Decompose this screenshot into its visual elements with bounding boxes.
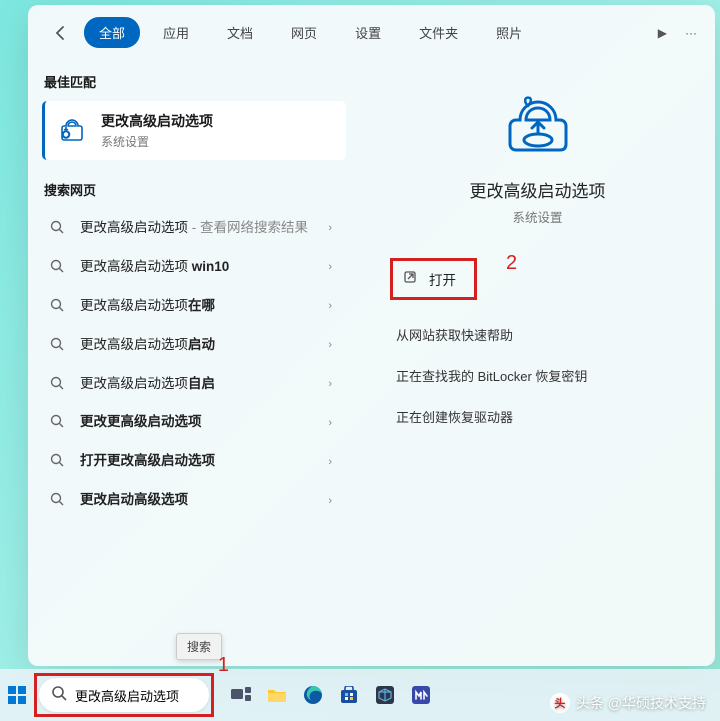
play-icon[interactable]: ▶ — [658, 26, 667, 40]
app-cube-icon[interactable] — [370, 680, 400, 710]
search-bar-annotation: 1 — [34, 673, 214, 717]
annotation-1: 1 — [218, 654, 229, 677]
tab-web[interactable]: 网页 — [276, 17, 332, 48]
preview-title: 更改高级启动选项 — [470, 177, 606, 202]
search-icon — [50, 337, 66, 354]
web-result-text: 更改高级启动选项自启 — [80, 375, 314, 394]
preview-icon — [506, 96, 570, 159]
open-icon — [403, 270, 419, 289]
more-icon[interactable]: ··· — [685, 26, 697, 40]
web-result-text: 更改高级启动选项在哪 — [80, 297, 314, 316]
watermark-logo-icon: 头 — [550, 693, 570, 713]
search-input[interactable] — [75, 688, 251, 703]
chevron-right-icon: › — [328, 261, 332, 273]
web-result-text: 更改高级启动选项启动 — [80, 336, 314, 355]
web-result-text: 更改更高级启动选项 — [80, 413, 314, 432]
web-result-item[interactable]: 更改高级启动选项 win10 › — [42, 248, 346, 287]
search-icon — [50, 298, 66, 315]
web-result-item[interactable]: 更改更高级启动选项 › — [42, 403, 346, 442]
web-result-text: 打开更改高级启动选项 — [80, 452, 314, 471]
tab-documents[interactable]: 文档 — [212, 17, 268, 48]
back-button[interactable] — [46, 18, 76, 48]
tab-photos[interactable]: 照片 — [481, 17, 537, 48]
annotation-2: 2 — [506, 252, 517, 275]
content-area: 最佳匹配 更改高级启动选项 系统设置 搜索网页 更改高级启动选项 - 查看网络搜… — [28, 58, 715, 666]
chevron-right-icon: › — [328, 339, 332, 351]
search-icon — [50, 376, 66, 393]
web-result-item[interactable]: 更改高级启动选项在哪 › — [42, 287, 346, 326]
explorer-icon[interactable] — [262, 680, 292, 710]
best-match-heading: 最佳匹配 — [44, 72, 346, 91]
web-result-text: 更改高级启动选项 - 查看网络搜索结果 — [80, 219, 314, 238]
web-results-heading: 搜索网页 — [44, 180, 346, 199]
web-result-text: 更改启动高级选项 — [80, 491, 314, 510]
chevron-right-icon: › — [328, 378, 332, 390]
action-recovery-drive[interactable]: 正在创建恢复驱动器 — [388, 396, 687, 437]
chevron-right-icon: › — [328, 222, 332, 234]
web-result-item[interactable]: 更改启动高级选项 › — [42, 481, 346, 520]
open-label: 打开 — [429, 269, 456, 289]
action-web-help[interactable]: 从网站获取快速帮助 — [388, 314, 687, 355]
edge-icon[interactable] — [298, 680, 328, 710]
web-result-text: 更改高级启动选项 win10 — [80, 258, 314, 277]
tab-apps[interactable]: 应用 — [148, 17, 204, 48]
app-m-icon[interactable] — [406, 680, 436, 710]
watermark: 头 头条 @华硕技术支持 — [550, 693, 706, 713]
tab-all[interactable]: 全部 — [84, 17, 140, 48]
startup-settings-icon — [57, 116, 87, 146]
taskbar-search[interactable] — [39, 678, 209, 712]
open-action[interactable]: 打开 — [390, 258, 477, 300]
store-icon[interactable] — [334, 680, 364, 710]
taskbar-apps — [226, 680, 436, 710]
action-bitlocker[interactable]: 正在查找我的 BitLocker 恢复密钥 — [388, 355, 687, 396]
tab-folders[interactable]: 文件夹 — [404, 17, 473, 48]
chevron-right-icon: › — [328, 300, 332, 312]
tab-settings[interactable]: 设置 — [340, 17, 396, 48]
chevron-right-icon: › — [328, 417, 332, 429]
search-icon — [50, 453, 66, 470]
preview-subtitle: 系统设置 — [512, 207, 562, 226]
web-result-item[interactable]: 更改高级启动选项启动 › — [42, 326, 346, 365]
best-match-item[interactable]: 更改高级启动选项 系统设置 — [42, 101, 346, 160]
search-icon — [50, 414, 66, 431]
actions-list: 打开 2 从网站获取快速帮助 正在查找我的 BitLocker 恢复密钥 正在创… — [388, 258, 687, 437]
search-icon — [50, 492, 66, 509]
chevron-right-icon: › — [328, 456, 332, 468]
search-icon — [50, 259, 66, 276]
search-icon — [51, 685, 67, 706]
preview-pane: 更改高级启动选项 系统设置 打开 2 从网站获取快速帮助 正在查找我的 BitL… — [360, 58, 715, 666]
filter-header: 全部 应用 文档 网页 设置 文件夹 照片 ▶ ··· — [28, 5, 715, 58]
start-button[interactable] — [6, 675, 28, 715]
best-match-title: 更改高级启动选项 — [101, 111, 213, 131]
search-results-window: 全部 应用 文档 网页 设置 文件夹 照片 ▶ ··· 最佳匹配 更改高级启动选… — [28, 5, 715, 666]
chevron-right-icon: › — [328, 495, 332, 507]
search-icon — [50, 220, 66, 237]
web-result-item[interactable]: 打开更改高级启动选项 › — [42, 442, 346, 481]
results-list: 最佳匹配 更改高级启动选项 系统设置 搜索网页 更改高级启动选项 - 查看网络搜… — [28, 58, 360, 666]
web-result-item[interactable]: 更改高级启动选项 - 查看网络搜索结果 › — [42, 209, 346, 248]
web-result-item[interactable]: 更改高级启动选项自启 › — [42, 365, 346, 404]
best-match-subtitle: 系统设置 — [101, 133, 213, 150]
search-tooltip: 搜索 — [176, 633, 222, 660]
